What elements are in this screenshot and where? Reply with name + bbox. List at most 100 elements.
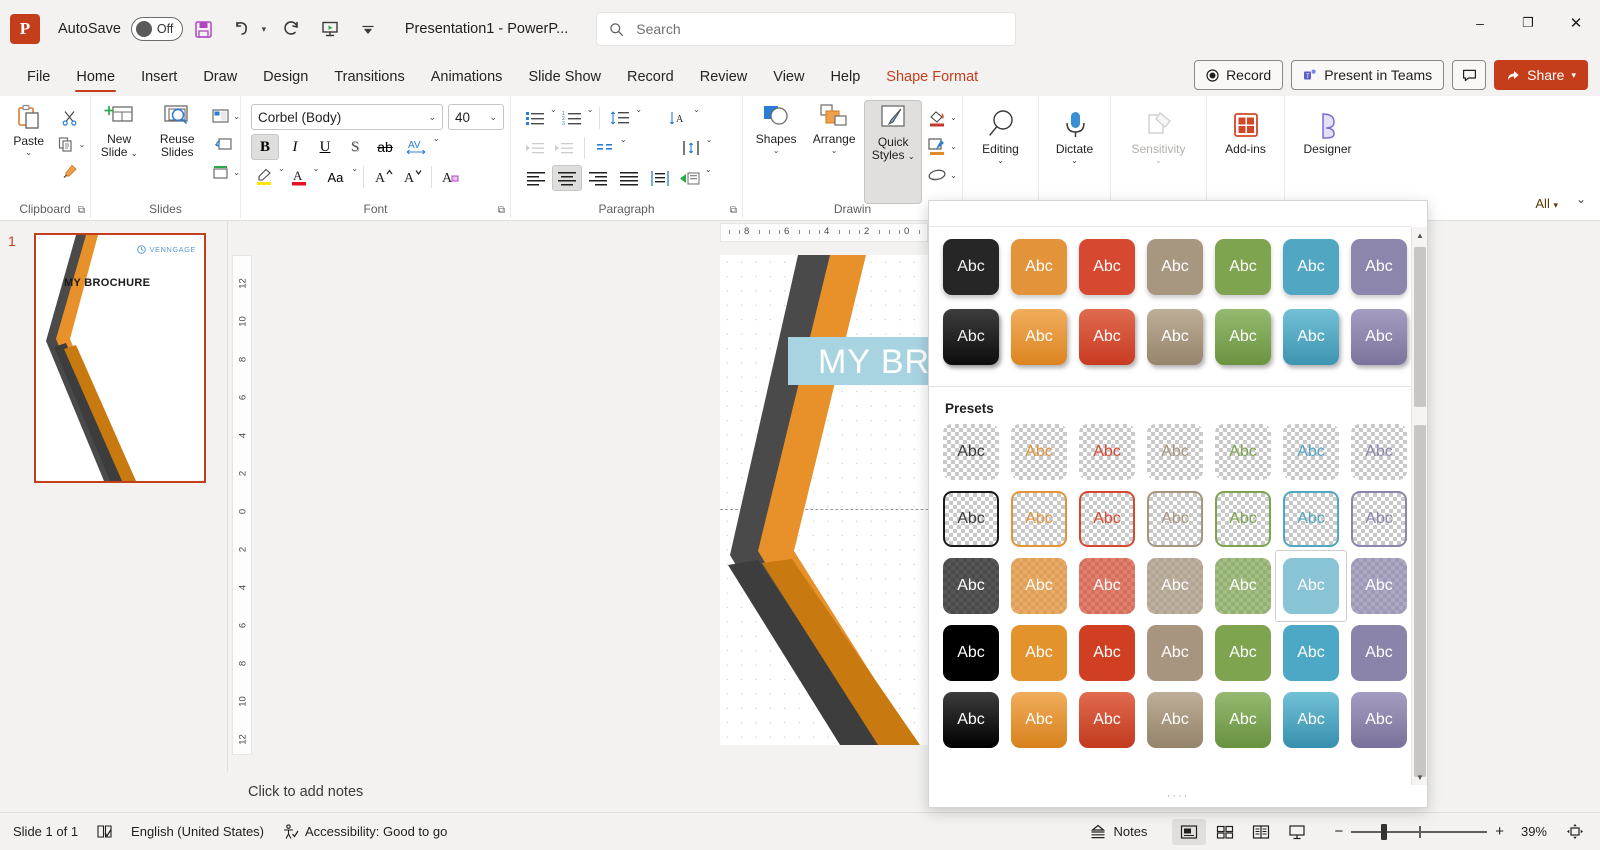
shapes-caret-icon[interactable]: ⌄	[773, 146, 780, 155]
scroll-up-arrow-icon[interactable]: ▲	[1412, 227, 1427, 243]
designer-button[interactable]: Designer	[1290, 108, 1366, 159]
style-cell[interactable]: Abc	[1079, 692, 1135, 748]
slide-count-status[interactable]: Slide 1 of 1	[4, 820, 87, 843]
clipboard-dialog-launcher[interactable]: ⧉	[78, 205, 85, 216]
layout-caret-icon[interactable]: ⌄	[233, 112, 240, 121]
vertical-ruler[interactable]: 12 10 8 6 4 2 0 2 4 6 8 10 12	[232, 255, 252, 755]
italic-button[interactable]: I	[281, 134, 309, 160]
share-button[interactable]: Share ▾	[1494, 60, 1588, 90]
style-cell[interactable]: Abc	[1147, 558, 1203, 614]
add-ins-button[interactable]: Add-ins	[1212, 108, 1280, 159]
scrollbar-thumb[interactable]	[1414, 425, 1426, 777]
style-cell[interactable]: Abc	[1283, 491, 1339, 547]
change-case-caret-icon[interactable]: ⌄	[351, 164, 358, 173]
style-cell[interactable]: Abc	[1283, 309, 1339, 365]
convert-to-smartart-button[interactable]	[676, 165, 704, 191]
minimize-button[interactable]: –	[1456, 0, 1504, 46]
view-slide-sorter-button[interactable]	[1208, 819, 1242, 845]
style-cell[interactable]: Abc	[1011, 558, 1067, 614]
font-size-input[interactable]: 40 ⌄	[448, 104, 504, 130]
quick-styles-button[interactable]: Quick Styles ⌄	[864, 100, 923, 204]
shape-outline-button[interactable]	[924, 133, 950, 159]
style-cell[interactable]: Abc	[1351, 239, 1407, 295]
dictate-caret-icon[interactable]: ⌄	[1071, 156, 1078, 165]
copy-caret-icon[interactable]: ⌄	[79, 140, 86, 149]
text-direction-button[interactable]: A	[664, 105, 692, 131]
tab-slide-show[interactable]: Slide Show	[515, 64, 614, 90]
style-cell[interactable]: Abc	[1011, 239, 1067, 295]
smartart-caret-icon[interactable]: ⌄	[705, 165, 712, 174]
align-right-button[interactable]	[583, 165, 613, 191]
copy-button[interactable]	[53, 131, 79, 157]
maximize-button[interactable]: ❐	[1504, 0, 1552, 46]
style-cell-selected[interactable]: Abc	[1275, 550, 1347, 622]
present-in-teams-button[interactable]: T Present in Teams	[1291, 60, 1445, 90]
shape-outline-caret-icon[interactable]: ⌄	[950, 142, 957, 151]
view-normal-button[interactable]	[1172, 818, 1207, 845]
decrease-font-size-button[interactable]: A	[398, 164, 426, 190]
style-cell[interactable]: Abc	[1147, 692, 1203, 748]
section-caret-icon[interactable]: ⌄	[233, 168, 240, 177]
style-cell[interactable]: Abc	[943, 424, 999, 480]
sensitivity-button[interactable]: Sensitivity ⌄	[1116, 106, 1202, 168]
style-cell[interactable]: Abc	[1147, 239, 1203, 295]
paste-button[interactable]: Paste ⌄	[5, 100, 53, 160]
tab-draw[interactable]: Draw	[190, 64, 250, 90]
style-cell[interactable]: Abc	[943, 558, 999, 614]
close-button[interactable]: ✕	[1552, 0, 1600, 46]
style-cell[interactable]: Abc	[1011, 625, 1067, 681]
align-text-button[interactable]	[677, 135, 705, 161]
highlight-caret-icon[interactable]: ⌄	[278, 164, 285, 173]
cut-button[interactable]	[53, 104, 86, 130]
text-highlight-button[interactable]	[251, 164, 277, 190]
language-status[interactable]: English (United States)	[122, 820, 273, 843]
change-case-button[interactable]: Aa	[320, 164, 350, 190]
paste-caret-icon[interactable]: ⌄	[25, 148, 32, 157]
character-spacing-button[interactable]: AV	[401, 134, 431, 160]
character-spacing-caret-icon[interactable]: ⌄	[433, 134, 440, 143]
tab-help[interactable]: Help	[817, 64, 873, 90]
columns-caret-icon[interactable]: ⌄	[620, 135, 627, 144]
tab-view[interactable]: View	[760, 64, 817, 90]
tab-insert[interactable]: Insert	[128, 64, 190, 90]
resize-grip-icon[interactable]: ····	[929, 789, 1427, 803]
tab-file[interactable]: File	[14, 64, 63, 90]
undo-dropdown-caret-icon[interactable]: ▾	[257, 24, 271, 35]
zoom-slider-thumb[interactable]	[1381, 823, 1388, 840]
tab-shape-format[interactable]: Shape Format	[873, 64, 991, 90]
style-cell[interactable]: Abc	[1079, 239, 1135, 295]
underline-button[interactable]: U	[311, 134, 339, 160]
text-shadow-button[interactable]: S	[341, 134, 369, 160]
reuse-slides-button[interactable]: Reuse Slides	[149, 100, 205, 162]
record-button[interactable]: Record	[1194, 60, 1284, 90]
shape-effects-button[interactable]	[924, 162, 950, 188]
style-cell[interactable]: Abc	[1351, 692, 1407, 748]
tab-review[interactable]: Review	[687, 64, 761, 90]
style-cell[interactable]: Abc	[1011, 424, 1067, 480]
style-cell[interactable]: Abc	[1079, 558, 1135, 614]
style-cell[interactable]: Abc	[1215, 692, 1271, 748]
editing-button[interactable]: Editing ⌄	[969, 106, 1033, 168]
columns-button[interactable]	[591, 135, 619, 161]
sensitivity-caret-icon[interactable]: ⌄	[1155, 156, 1162, 165]
style-cell[interactable]: Abc	[1215, 491, 1271, 547]
style-cell[interactable]: Abc	[1215, 239, 1271, 295]
style-cell[interactable]: Abc	[943, 692, 999, 748]
style-cell[interactable]: Abc	[1283, 692, 1339, 748]
shape-fill-caret-icon[interactable]: ⌄	[950, 113, 957, 122]
style-cell[interactable]: Abc	[1011, 491, 1067, 547]
spellcheck-status[interactable]	[87, 820, 122, 843]
style-cell[interactable]: Abc	[1147, 424, 1203, 480]
dictate-button[interactable]: Dictate ⌄	[1044, 106, 1106, 168]
style-cell[interactable]: Abc	[1079, 309, 1135, 365]
quick-styles-scrollbar[interactable]: ▲ ▼	[1411, 227, 1427, 785]
redo-icon[interactable]	[275, 12, 309, 46]
slide-thumbnail-1[interactable]: VENNGAGE MY BROCHURE	[34, 233, 206, 483]
comments-button[interactable]	[1452, 60, 1487, 90]
shapes-button[interactable]: Shapes ⌄	[748, 100, 804, 158]
justify-button[interactable]	[614, 165, 644, 191]
paragraph-dialog-launcher[interactable]: ⧉	[730, 205, 737, 216]
zoom-out-button[interactable]: −	[1328, 819, 1349, 844]
clear-formatting-button[interactable]: A	[437, 164, 465, 190]
strikethrough-button[interactable]: ab	[371, 134, 399, 160]
